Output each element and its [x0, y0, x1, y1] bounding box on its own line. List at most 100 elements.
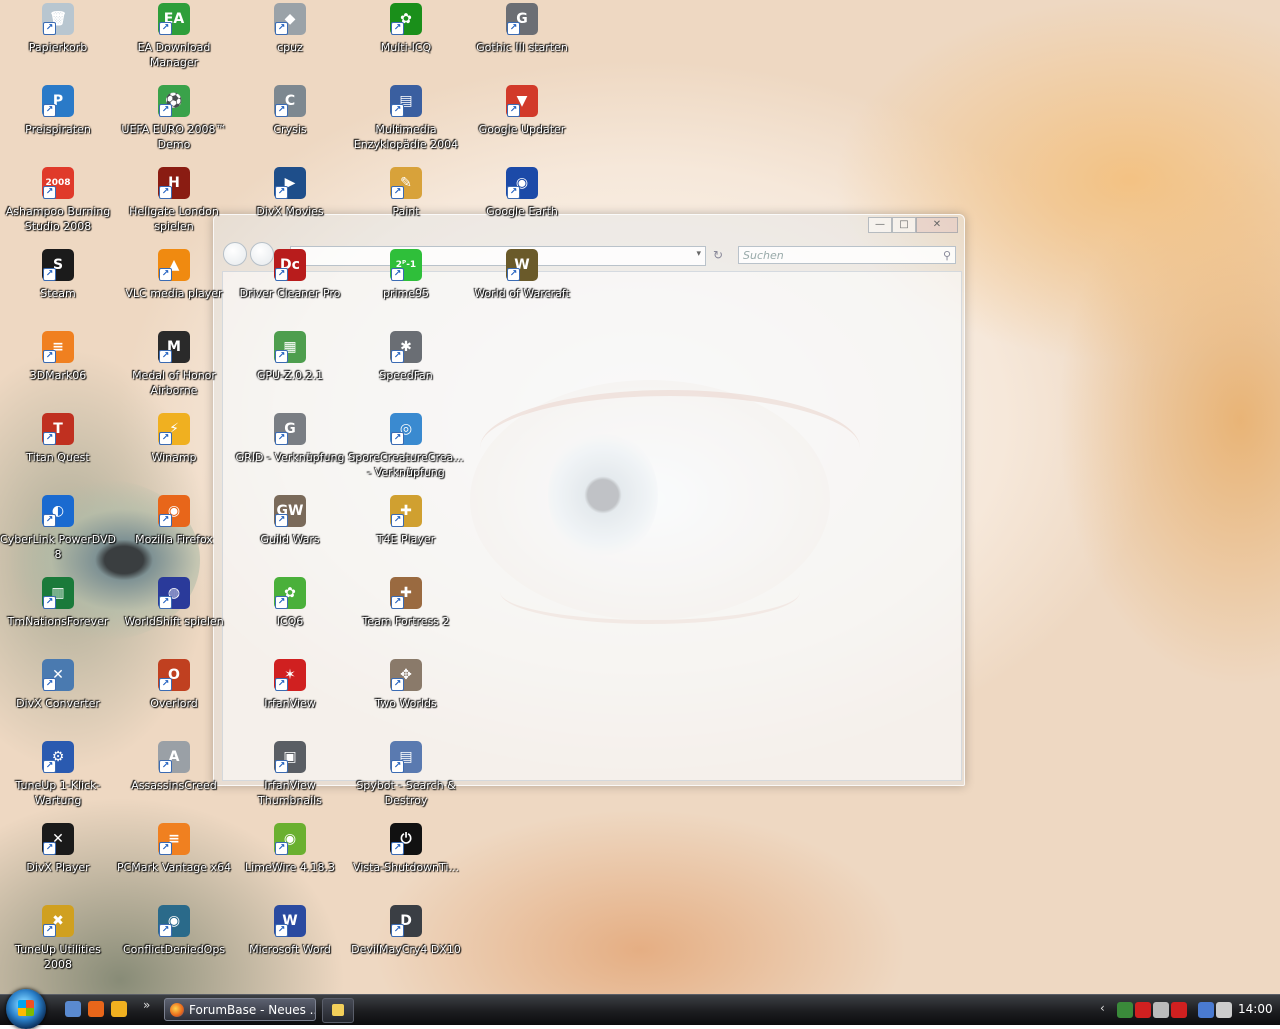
desktop-icon[interactable]: ⏻ ↗ Vista-ShutdownTi...: [348, 821, 464, 901]
desktop-icon[interactable]: ◉ ↗ Mozilla Firefox: [116, 493, 232, 573]
maximize-button[interactable]: □: [892, 217, 916, 233]
minimize-button[interactable]: —: [868, 217, 892, 233]
assassins-creed-icon: A ↗: [158, 741, 190, 773]
desktop-icon-label: DivX Player: [26, 861, 90, 874]
powerdvd-icon: ◐ ↗: [42, 495, 74, 527]
refresh-icon[interactable]: ↻: [708, 246, 728, 264]
desktop-icon[interactable]: O ↗ Overlord: [116, 657, 232, 737]
desktop-icon[interactable]: ✚ ↗ Team Fortress 2: [348, 575, 464, 655]
tf2-icon: ✚ ↗: [390, 577, 422, 609]
desktop-icon[interactable]: G ↗ Gothic III starten: [464, 1, 580, 81]
desktop-icon[interactable]: ◉ ↗ LimeWire 4.18.3: [232, 821, 348, 901]
desktop-icon[interactable]: ▲ ↗ VLC media player: [116, 247, 232, 327]
desktop-icon[interactable]: ◍ ↗ WorldShift spielen: [116, 575, 232, 655]
desktop-icon[interactable]: ◉ ↗ ConflictDeniedOps: [116, 903, 232, 983]
volume-tray-icon[interactable]: [1216, 1002, 1232, 1018]
desktop-icon[interactable]: ✱ ↗ SpeedFan: [348, 329, 464, 409]
desktop-icon[interactable]: A ↗ AssassinsCreed: [116, 739, 232, 819]
desktop-icon[interactable]: ✎ ↗ Paint: [348, 165, 464, 245]
shortcut-arrow-icon: ↗: [275, 268, 288, 281]
desktop-icon[interactable]: GW ↗ Guild Wars: [232, 493, 348, 573]
firefox-quicklaunch-icon[interactable]: [88, 1001, 104, 1017]
desktop-icon[interactable]: ◐ ↗ CyberLink PowerDVD 8: [0, 493, 116, 573]
desktop-icon[interactable]: ✕ ↗ DivX Player: [0, 821, 116, 901]
desktop-icon[interactable]: ▤ ↗ Multimedia Enzyklopädie 2004: [348, 83, 464, 163]
desktop-icon[interactable]: 🗑 ↗ Papierkorb: [0, 1, 116, 81]
ea-tray-icon[interactable]: [1153, 1002, 1169, 1018]
search-placeholder: Suchen: [743, 249, 784, 262]
desktop-icon[interactable]: T ↗ Titan Quest: [0, 411, 116, 491]
desktop-icon[interactable]: C ↗ Crysis: [232, 83, 348, 163]
tray-expand-icon[interactable]: ‹: [1100, 1001, 1105, 1015]
desktop-icon[interactable]: Dc ↗ Driver Cleaner Pro: [232, 247, 348, 327]
desktop-icon-label: IrfanView Thumbnails: [258, 779, 322, 807]
shortcut-arrow-icon: ↗: [391, 678, 404, 691]
desktop-icon[interactable]: M ↗ Medal of Honor Airborne: [116, 329, 232, 409]
desktop-icon[interactable]: ✖ ↗ TuneUp Utilities 2008: [0, 903, 116, 983]
desktop-icon[interactable]: P ↗ Preispiraten: [0, 83, 116, 163]
desktop-icon[interactable]: ⚽ ↗ UEFA EURO 2008™ Demo: [116, 83, 232, 163]
desktop-icon[interactable]: ▣ ↗ IrfanView Thumbnails: [232, 739, 348, 819]
media-player-quicklaunch-icon[interactable]: [111, 1001, 127, 1017]
desktop-icon[interactable]: ▦ ↗ GPU-Z.0.2.1: [232, 329, 348, 409]
desktop-icon[interactable]: W ↗ Microsoft Word: [232, 903, 348, 983]
search-input[interactable]: Suchen ⚲: [738, 246, 956, 264]
desktop-icon[interactable]: G ↗ GRID - Verknüpfung: [232, 411, 348, 491]
desktop-icon[interactable]: D ↗ DevilMayCry4 DX10: [348, 903, 464, 983]
taskbar: » ForumBase - Neues ... ‹ 14:00: [0, 989, 1280, 1029]
connection-tray-icon[interactable]: [1198, 1002, 1214, 1018]
firefox-icon: ◉ ↗: [158, 495, 190, 527]
antivirus-tray-icon[interactable]: [1171, 1002, 1187, 1018]
shortcut-arrow-icon: ↗: [391, 842, 404, 855]
shortcut-arrow-icon: ↗: [43, 596, 56, 609]
desktop-icon[interactable]: H ↗ Hellgate London spielen: [116, 165, 232, 245]
desktop-icon-label: VLC media player: [125, 287, 223, 300]
desktop-icon[interactable]: ≡ ↗ 3DMark06: [0, 329, 116, 409]
desktop-icon-label: EA Download Manager: [137, 41, 211, 69]
desktop-icon[interactable]: ✿ ↗ Multi-ICQ: [348, 1, 464, 81]
desktop-icon-label: IrfanView: [264, 697, 316, 710]
desktop-icon[interactable]: ≡ ↗ PCMark Vantage x64: [116, 821, 232, 901]
desktop-icon[interactable]: 2008 ↗ Ashampoo Burning Studio 2008: [0, 165, 116, 245]
preispiraten-icon: P ↗: [42, 85, 74, 117]
start-button[interactable]: [6, 989, 46, 1029]
desktop-icon[interactable]: S ↗ Steam: [0, 247, 116, 327]
desktop-icon[interactable]: ✶ ↗ IrfanView: [232, 657, 348, 737]
address-dropdown-icon[interactable]: ▾: [696, 249, 701, 259]
close-button[interactable]: ✕: [916, 217, 958, 233]
desktop-icon[interactable]: ✥ ↗ Two Worlds: [348, 657, 464, 737]
network-tray-icon[interactable]: [1117, 1002, 1133, 1018]
desktop-icon[interactable]: ◆ ↗ cpuz: [232, 1, 348, 81]
desktop-icon[interactable]: ⚡ ↗ Winamp: [116, 411, 232, 491]
desktop-icon[interactable]: 2ᴾ-1 ↗ prime95: [348, 247, 464, 327]
desktop-icon[interactable]: ▼ ↗ Google Updater: [464, 83, 580, 163]
quicklaunch-chevron-icon[interactable]: »: [143, 998, 150, 1012]
desktop-icon[interactable]: ▶ ↗ DivX Movies: [232, 165, 348, 245]
taskbar-button-forumbase[interactable]: ForumBase - Neues ...: [164, 998, 316, 1021]
desktop-icon[interactable]: W ↗ World of Warcraft: [464, 247, 580, 327]
search-icon[interactable]: ⚲: [943, 247, 951, 264]
desktop-icon[interactable]: EA ↗ EA Download Manager: [116, 1, 232, 81]
clock[interactable]: 14:00: [1238, 1002, 1273, 1016]
desktop-icon[interactable]: ✕ ↗ DivX Converter: [0, 657, 116, 737]
desktop-icon[interactable]: ▤ ↗ Spybot - Search & Destroy: [348, 739, 464, 819]
desktop-icon-label: Mozilla Firefox: [135, 533, 213, 546]
ea-download-icon: EA ↗: [158, 3, 190, 35]
desktop-icon[interactable]: ◉ ↗ Google Earth: [464, 165, 580, 245]
ati-tray-icon[interactable]: [1135, 1002, 1151, 1018]
desktop-icon[interactable]: ◎ ↗ SporeCreatureCrea... - Verknüpfung: [348, 411, 464, 491]
desktop-icon[interactable]: ✚ ↗ T4E Player: [348, 493, 464, 573]
desktop-icon[interactable]: ✿ ↗ ICQ6: [232, 575, 348, 655]
taskbar-button-explorer[interactable]: [322, 998, 354, 1023]
shortcut-arrow-icon: ↗: [391, 268, 404, 281]
folder-icon: [332, 1004, 344, 1016]
shortcut-arrow-icon: ↗: [391, 432, 404, 445]
show-desktop-icon[interactable]: [65, 1001, 81, 1017]
prime95-icon: 2ᴾ-1 ↗: [390, 249, 422, 281]
icq6-flower-icon: ✿ ↗: [274, 577, 306, 609]
desktop-icon[interactable]: ⚙ ↗ TuneUp 1-Klick-Wartung: [0, 739, 116, 819]
desktop-icon-label: Overlord: [150, 697, 198, 710]
vlc-cone-icon: ▲ ↗: [158, 249, 190, 281]
firefox-icon: [170, 1003, 184, 1017]
desktop-icon[interactable]: ▥ ↗ TmNationsForever: [0, 575, 116, 655]
